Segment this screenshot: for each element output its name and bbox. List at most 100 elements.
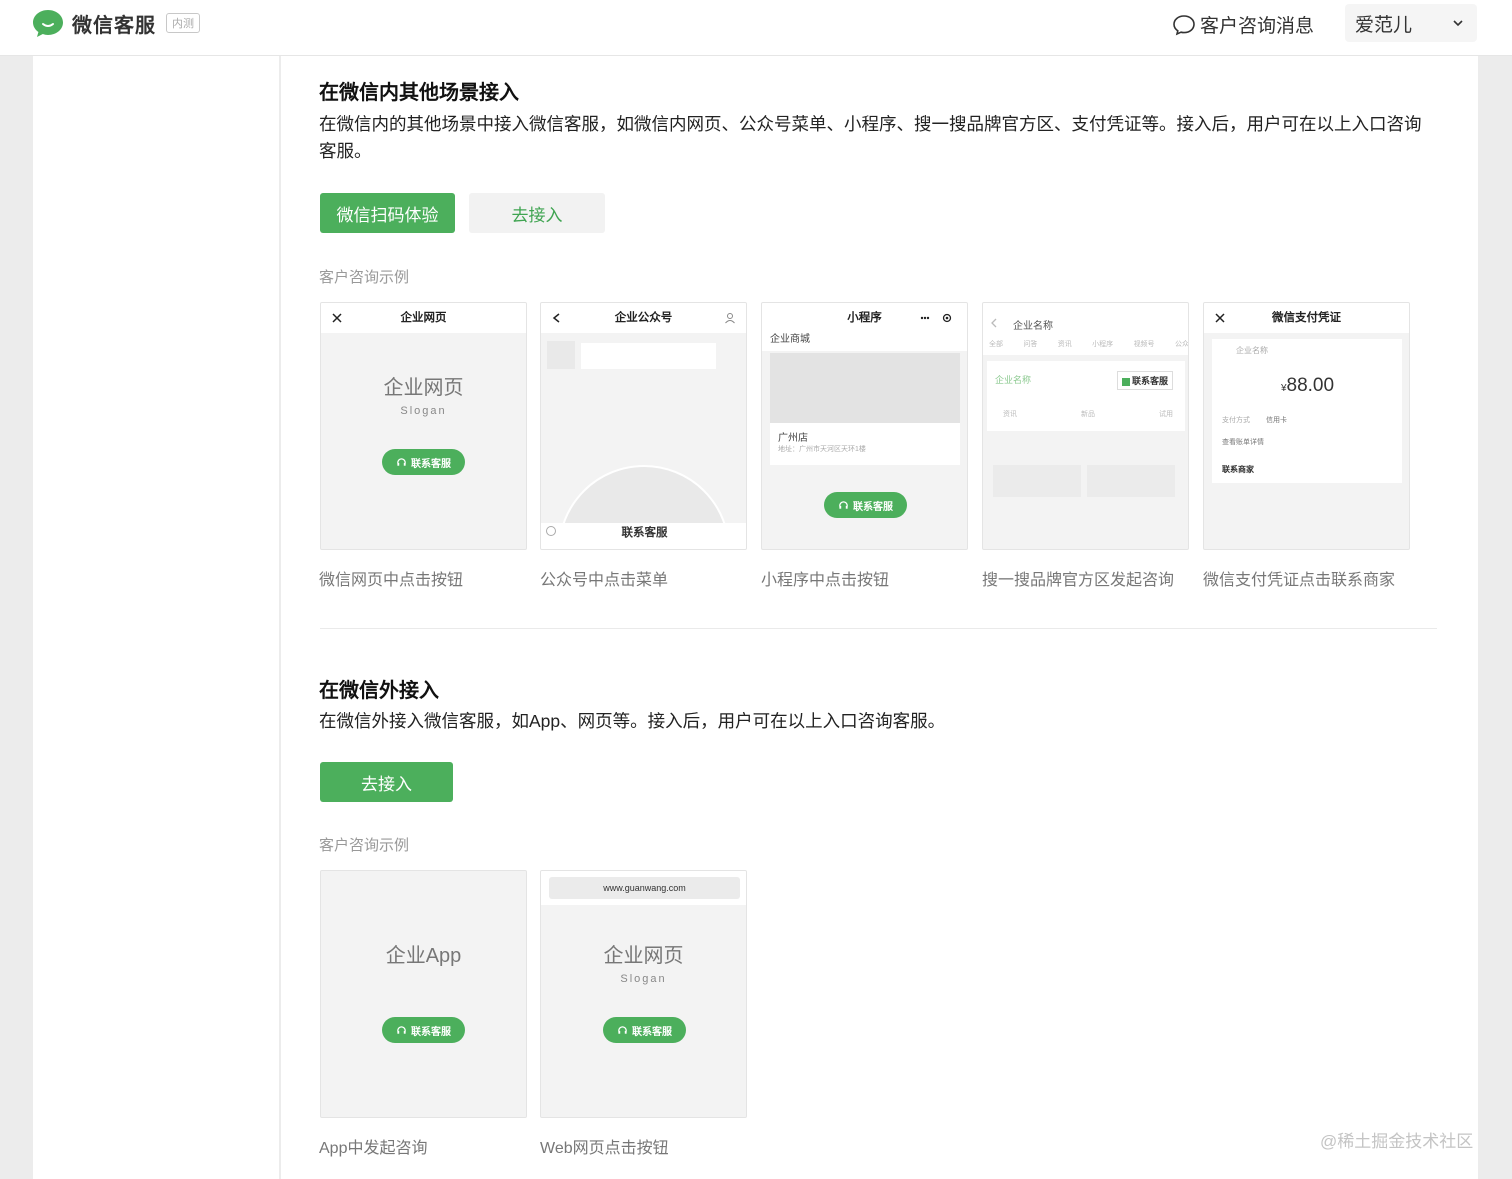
contact-service-label: 联系客服 bbox=[411, 1026, 451, 1038]
card-header-title: 企业公众号 bbox=[614, 312, 673, 324]
brand[interactable]: 微信客服 内测 bbox=[32, 8, 200, 38]
content-placeholder bbox=[1087, 465, 1175, 497]
card-header-title: 企业网页 bbox=[400, 312, 447, 324]
payment-amount: ¥88.00 bbox=[1204, 375, 1409, 397]
bill-detail: 查看账单详情 bbox=[1222, 439, 1264, 446]
contact-service-label: 联系客服 bbox=[1132, 376, 1169, 386]
service-icon bbox=[1122, 377, 1130, 386]
card-caption: 搜一搜品牌官方区发起咨询 bbox=[982, 572, 1175, 589]
card-big-title: 企业网页 bbox=[383, 377, 464, 399]
headset-icon bbox=[397, 457, 406, 466]
keyboard-icon bbox=[546, 526, 556, 536]
card-caption: 小程序中点击按钮 bbox=[761, 572, 890, 589]
back-arrow-icon bbox=[991, 318, 997, 328]
card-slogan: Slogan bbox=[400, 405, 447, 417]
chevron-down-icon bbox=[1453, 20, 1463, 27]
shop-address: 地址：广州市天河区天环1楼 bbox=[778, 446, 866, 453]
user-menu[interactable]: 爱范儿 bbox=[1345, 4, 1477, 42]
content-placeholder bbox=[993, 465, 1081, 497]
person-icon bbox=[725, 313, 735, 324]
card-caption: Web网页点击按钮 bbox=[540, 1140, 669, 1157]
examples-label: 客户咨询示例 bbox=[319, 269, 410, 286]
card-big-title: 企业网页 bbox=[603, 945, 684, 967]
card-caption: 公众号中点击菜单 bbox=[540, 572, 669, 589]
example-card-webpage: 企业网页 企业网页 Slogan 联系客服 bbox=[320, 302, 527, 550]
example-card-official-account: 企业公众号 联系客服 bbox=[540, 302, 747, 550]
example-card-web: www.guanwang.com 企业网页 Slogan 联系客服 bbox=[540, 870, 747, 1118]
customer-messages-label: 客户咨询消息 bbox=[1200, 16, 1315, 37]
search-tab: 小程序 bbox=[1092, 341, 1114, 348]
top-header: 微信客服 内测 客户咨询消息 爱范儿 bbox=[0, 0, 1512, 56]
contact-service-pill: 联系客服 bbox=[603, 1017, 686, 1043]
brand-name: 微信客服 bbox=[72, 14, 156, 37]
message-bubble bbox=[581, 343, 716, 369]
watermark: @稀土掘金技术社区 bbox=[1320, 1132, 1474, 1151]
connect-in-button[interactable]: 去接入 bbox=[469, 193, 605, 233]
card-caption: 微信网页中点击按钮 bbox=[319, 572, 464, 589]
card-header-title: 小程序 bbox=[847, 312, 882, 324]
connect-out-button[interactable]: 去接入 bbox=[320, 762, 453, 802]
card-header: 微信支付凭证 bbox=[1204, 303, 1409, 333]
wechat-bubble-icon bbox=[32, 8, 64, 38]
pay-method-label: 支付方式 bbox=[1222, 417, 1250, 424]
shop-name: 广州店 bbox=[778, 433, 808, 444]
close-icon bbox=[1215, 313, 1225, 323]
section-divider bbox=[320, 628, 1437, 629]
chat-bubble-icon bbox=[1173, 14, 1195, 35]
search-tab: 资讯 bbox=[1057, 341, 1072, 348]
amount-value: 88.00 bbox=[1286, 375, 1335, 396]
section-in-title: 在微信内其他场景接入 bbox=[319, 82, 519, 104]
search-tab: 视频号 bbox=[1133, 341, 1155, 348]
avatar bbox=[547, 341, 575, 369]
example-card-payment-receipt: 微信支付凭证 企业名称 ¥88.00 支付方式 信用卡 查看账单详情 联系商家 bbox=[1203, 302, 1410, 550]
example-card-search-brand: 企业名称 全部 问答 资讯 小程序 视频号 公众 企业名称 联系客服 资讯 新品… bbox=[982, 302, 1189, 550]
customer-messages-link[interactable]: 客户咨询消息 bbox=[1172, 11, 1314, 38]
contact-service-label: 联系客服 bbox=[411, 458, 451, 470]
brand-icon-label: 新品 bbox=[1081, 411, 1095, 418]
contact-service-tag: 联系客服 bbox=[1117, 371, 1174, 390]
headset-icon bbox=[397, 1025, 406, 1034]
brand-icon-label: 资讯 bbox=[1003, 411, 1017, 418]
user-name: 爱范儿 bbox=[1355, 14, 1413, 36]
brand-icons: 资讯 新品 试用 bbox=[1003, 409, 1173, 419]
card-header: 企业网页 bbox=[321, 303, 526, 333]
contact-service-pill: 联系客服 bbox=[382, 449, 465, 475]
banner-placeholder bbox=[770, 353, 960, 423]
menu-contact-service: 联系客服 bbox=[621, 527, 668, 539]
section-out-title: 在微信外接入 bbox=[319, 680, 439, 702]
card-slogan: Slogan bbox=[620, 973, 667, 985]
card-big-title: 企业App bbox=[385, 945, 462, 967]
contact-service-pill: 联系客服 bbox=[382, 1017, 465, 1043]
scan-experience-button[interactable]: 微信扫码体验 bbox=[320, 193, 455, 233]
search-tab: 公众 bbox=[1174, 341, 1189, 348]
search-query: 企业名称 bbox=[1013, 321, 1053, 332]
card-header-title: 微信支付凭证 bbox=[1272, 312, 1341, 324]
brand-name: 企业名称 bbox=[995, 375, 1032, 385]
contact-service-label: 联系客服 bbox=[853, 501, 893, 513]
search-tab: 问答 bbox=[1023, 341, 1038, 348]
back-arrow-icon bbox=[552, 313, 560, 323]
headset-icon bbox=[618, 1025, 627, 1034]
card-header: 企业公众号 bbox=[541, 303, 746, 333]
examples-label: 客户咨询示例 bbox=[319, 837, 410, 854]
example-card-mini-program: 小程序 企业商城 广州店 地址：广州市天河区天环1楼 联系客服 bbox=[761, 302, 968, 550]
section-out-description: 在微信外接入微信客服，如App、网页等。接入后，用户可在以上入口咨询客服。 bbox=[319, 711, 946, 731]
contact-service-pill: 联系客服 bbox=[824, 492, 907, 518]
contact-service-label: 联系客服 bbox=[632, 1026, 672, 1038]
headset-icon bbox=[839, 500, 848, 509]
card-caption: App中发起咨询 bbox=[319, 1140, 428, 1157]
merchant-name: 企业名称 bbox=[1236, 346, 1268, 355]
beta-badge: 内测 bbox=[166, 13, 200, 33]
store-name: 企业商城 bbox=[770, 334, 810, 345]
contact-merchant: 联系商家 bbox=[1222, 465, 1254, 474]
sidebar bbox=[33, 56, 279, 1179]
brand-icon-label: 试用 bbox=[1159, 411, 1173, 418]
pay-method: 信用卡 bbox=[1266, 417, 1287, 424]
section-in-description: 在微信内的其他场景中接入微信客服，如微信内网页、公众号菜单、小程序、搜一搜品牌官… bbox=[319, 114, 1422, 161]
example-card-app: 企业App 联系客服 bbox=[320, 870, 527, 1118]
search-tab: 全部 bbox=[989, 341, 1003, 348]
capsule-menu-icon bbox=[920, 313, 952, 323]
url-bar: www.guanwang.com bbox=[549, 877, 740, 899]
close-icon bbox=[332, 313, 342, 323]
search-tabs: 全部 问答 资讯 小程序 视频号 公众 bbox=[989, 339, 1189, 349]
